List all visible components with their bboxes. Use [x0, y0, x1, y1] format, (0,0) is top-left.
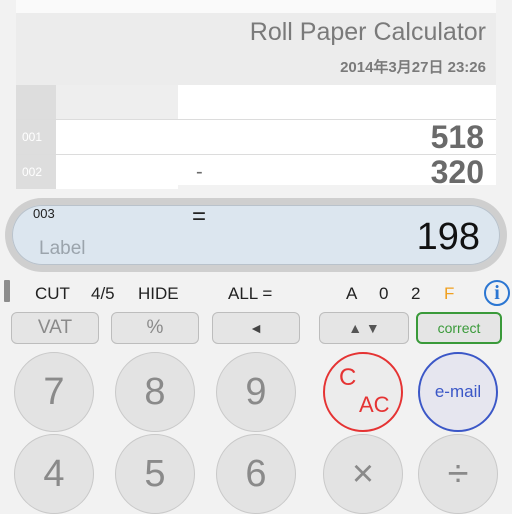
scroll-up-down-button[interactable]: ▲ ▼	[319, 312, 409, 344]
paper-row-left-empty	[56, 85, 178, 119]
percent-button[interactable]: %	[111, 312, 199, 344]
decimal-zero-indicator[interactable]: 0	[379, 285, 388, 303]
paper-row-left	[56, 120, 178, 154]
display-row-index: 003	[33, 206, 55, 221]
decimal-two-indicator[interactable]: 2	[411, 285, 420, 303]
paper-row-index-empty	[16, 85, 56, 119]
paper-row-value: 518	[430, 119, 484, 155]
info-icon[interactable]: i	[484, 280, 510, 306]
paper-row-index: 002	[16, 155, 56, 189]
paper-row-empty	[178, 85, 496, 119]
hide-toggle[interactable]: HIDE	[138, 285, 179, 303]
all-equals-toggle[interactable]: ALL =	[228, 285, 272, 303]
rounding-toggle[interactable]: 4/5	[91, 285, 115, 303]
paper-timestamp: 2014年3月27日 23:26	[340, 59, 486, 76]
digit-5-button[interactable]: 5	[115, 434, 195, 514]
paper-title: Roll Paper Calculator	[249, 18, 486, 46]
mode-a-indicator[interactable]: A	[346, 285, 357, 303]
paper-row[interactable]: 320	[178, 155, 496, 189]
all-clear-label: AC	[359, 392, 390, 417]
divide-button[interactable]: ÷	[418, 434, 498, 514]
f-indicator[interactable]: F	[444, 285, 454, 303]
label-field[interactable]: Label	[39, 238, 86, 260]
display-operator: =	[192, 203, 207, 230]
clear-all-clear-button[interactable]: C AC	[323, 352, 403, 432]
digit-4-button[interactable]: 4	[14, 434, 94, 514]
clear-label: C	[339, 364, 357, 391]
display-value: 198	[416, 216, 480, 258]
paper-row-operator: -	[196, 161, 203, 183]
backspace-button[interactable]: ◄	[212, 312, 300, 344]
paper-row[interactable]: 518	[178, 120, 496, 154]
digit-6-button[interactable]: 6	[216, 434, 296, 514]
drag-handle[interactable]	[4, 280, 10, 302]
multiply-button[interactable]: ×	[323, 434, 403, 514]
paper-row-value: 320	[430, 154, 484, 190]
correct-button[interactable]: correct	[416, 312, 502, 344]
vat-button[interactable]: VAT	[11, 312, 99, 344]
cut-toggle[interactable]: CUT	[35, 285, 70, 303]
digit-7-button[interactable]: 7	[14, 352, 94, 432]
email-button[interactable]: e-mail	[418, 352, 498, 432]
paper-row-left	[56, 155, 178, 189]
paper-row-index: 001	[16, 120, 56, 154]
digit-9-button[interactable]: 9	[216, 352, 296, 432]
digit-8-button[interactable]: 8	[115, 352, 195, 432]
